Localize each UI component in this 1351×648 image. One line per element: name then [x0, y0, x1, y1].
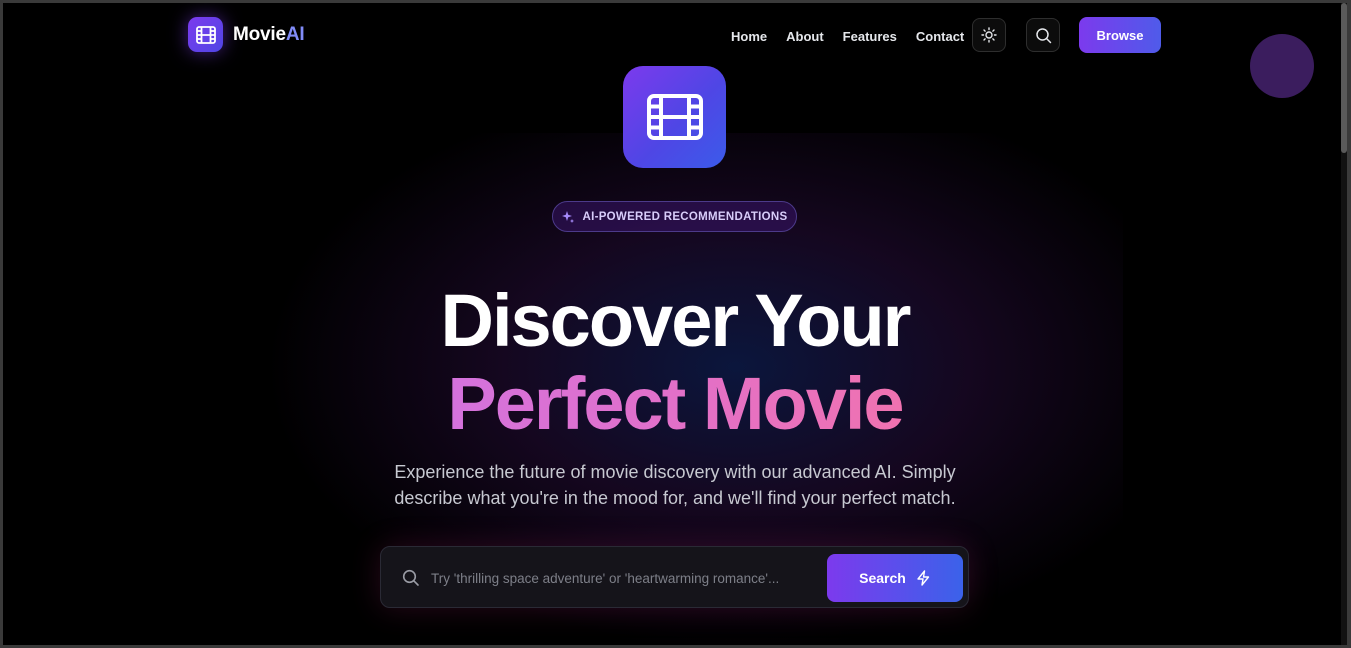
search-icon — [1035, 27, 1051, 43]
movie-search-bar: Search — [380, 546, 969, 608]
film-icon — [188, 17, 223, 52]
nav-search-button[interactable] — [1026, 18, 1060, 52]
lightning-icon — [917, 570, 930, 586]
brand-logo[interactable]: MovieAI — [188, 17, 305, 52]
nav-link-home[interactable]: Home — [731, 29, 767, 44]
search-button[interactable]: Search — [827, 554, 963, 602]
brand-name: MovieAI — [233, 23, 305, 46]
ai-badge: AI-POWERED RECOMMENDATIONS — [552, 201, 797, 232]
search-icon — [402, 569, 419, 586]
hero-headline-line2: Perfect Movie — [3, 367, 1347, 441]
hero-film-icon — [623, 66, 726, 168]
hero-subtitle-line2: describe what you're in the mood for, an… — [394, 488, 956, 508]
sparkle-icon — [562, 210, 575, 223]
nav-link-about[interactable]: About — [786, 29, 824, 44]
film-icon — [646, 94, 703, 140]
hero-headline-gradient-text: Perfect Movie — [447, 362, 904, 445]
scrollbar[interactable] — [1341, 3, 1347, 645]
hero-headline-line1: Discover Your — [440, 279, 912, 362]
browse-button[interactable]: Browse — [1079, 17, 1161, 53]
page-viewport: MovieAI Home About Features Contact Brow… — [3, 3, 1347, 645]
hero-subtitle: Experience the future of movie discovery… — [375, 459, 975, 511]
scrollbar-thumb[interactable] — [1341, 3, 1347, 153]
brand-name-main: Movie — [233, 23, 286, 45]
nav-link-contact[interactable]: Contact — [916, 29, 964, 44]
brand-name-accent: AI — [285, 23, 305, 45]
sun-icon — [981, 27, 997, 43]
badge-label: AI-POWERED RECOMMENDATIONS — [582, 210, 788, 223]
main-nav: Home About Features Contact — [731, 29, 964, 44]
theme-toggle-button[interactable] — [972, 18, 1006, 52]
avatar[interactable] — [1250, 34, 1314, 98]
hero-subtitle-line1: Experience the future of movie discovery… — [394, 462, 956, 482]
nav-link-features[interactable]: Features — [843, 29, 897, 44]
search-input[interactable] — [431, 566, 811, 590]
search-button-label: Search — [859, 570, 906, 586]
